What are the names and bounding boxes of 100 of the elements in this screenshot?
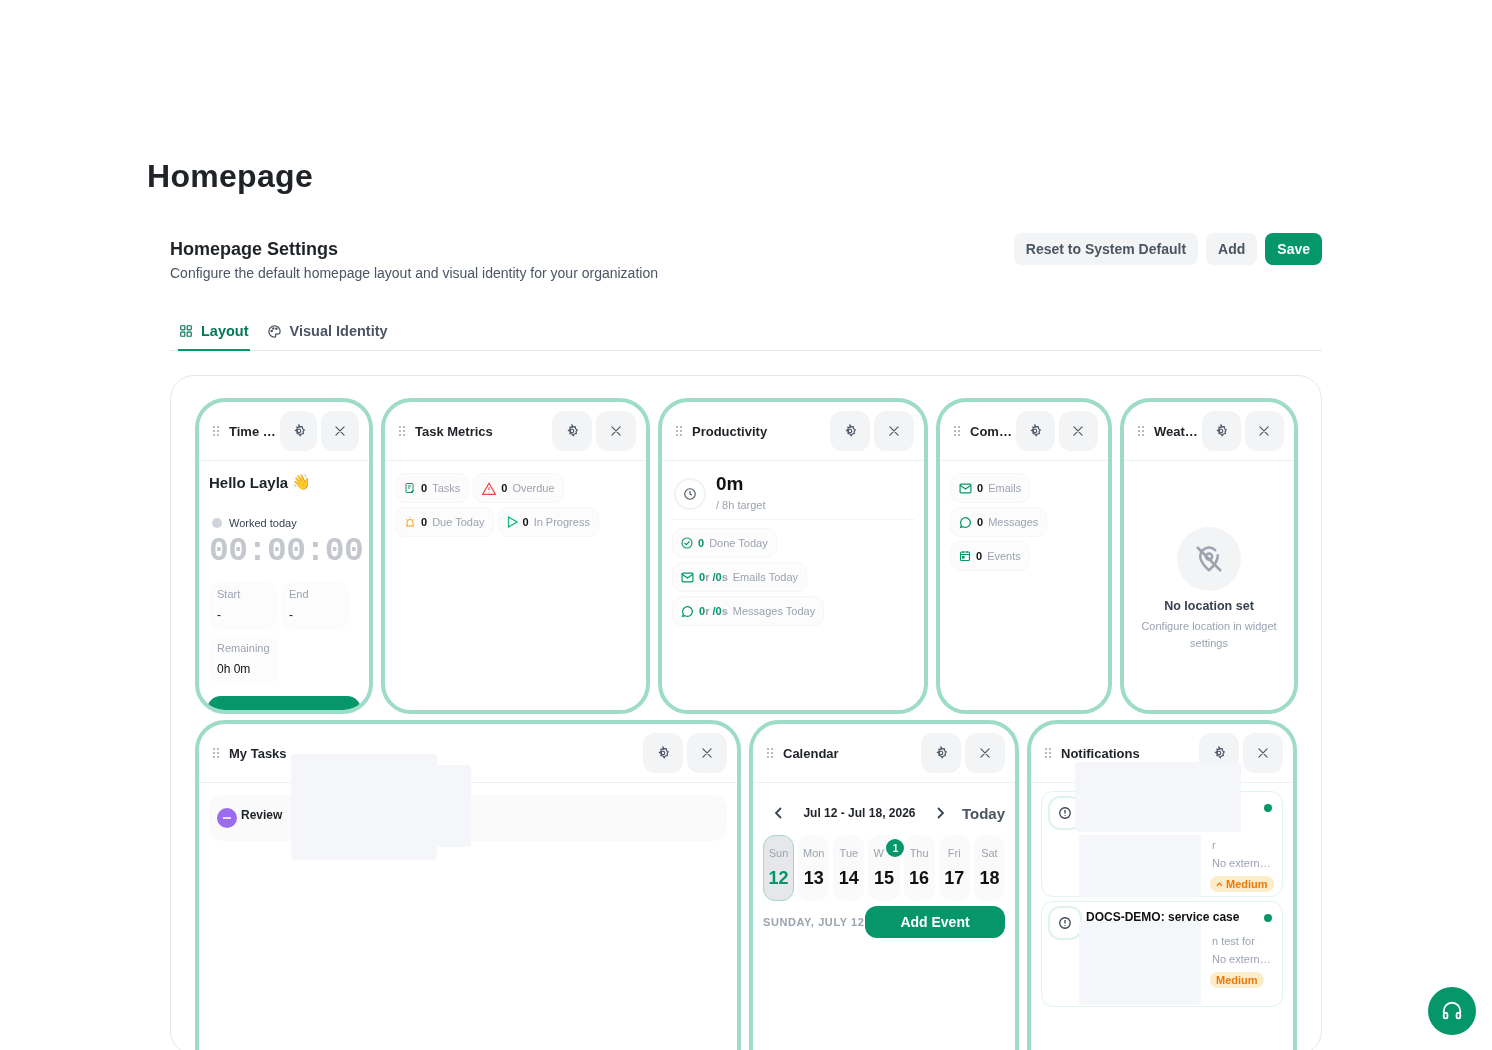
settings-button[interactable] xyxy=(552,411,592,451)
alarm-icon xyxy=(404,516,416,528)
drag-handle-icon xyxy=(213,748,219,758)
mail-icon xyxy=(681,571,694,583)
check-icon xyxy=(681,537,693,549)
drag-handle-icon xyxy=(1138,426,1144,436)
metric-chip: 0 Done Today xyxy=(672,528,777,558)
widget-title: Time … xyxy=(229,423,276,439)
widget-title: Productivity xyxy=(692,423,769,439)
clock-icon xyxy=(674,478,706,510)
metric-chip: 0 Emails xyxy=(950,473,1031,503)
drag-handle-icon xyxy=(213,426,219,436)
drag-handle-icon xyxy=(767,748,773,758)
widget-title: Com… xyxy=(970,423,1012,439)
widget-title: Weat… xyxy=(1154,423,1198,439)
date-range: Jul 12 - Jul 18, 2026 xyxy=(802,806,917,820)
add-button[interactable]: Add xyxy=(1206,233,1258,265)
grid-icon xyxy=(179,324,193,338)
gear-icon xyxy=(565,424,579,438)
day-button[interactable]: Tue 14 xyxy=(833,835,865,901)
tab[interactable]: Visual Identity xyxy=(265,313,389,351)
target-label: / 8h target xyxy=(716,499,766,511)
chat-icon xyxy=(681,604,694,618)
today-button[interactable]: Today xyxy=(947,804,1005,822)
reset-button[interactable]: Reset to System Default xyxy=(1013,233,1199,265)
add-event-button[interactable]: Add Event xyxy=(865,906,1005,938)
metric-chip: 0 Overdue xyxy=(473,473,564,503)
settings-button[interactable] xyxy=(830,411,870,451)
drag-handle-icon xyxy=(954,426,960,436)
save-button[interactable]: Save xyxy=(1265,233,1322,265)
notification-title: DOCS-DEMO: service case xyxy=(1086,910,1240,926)
gear-icon xyxy=(656,746,670,760)
empty-title: No location set xyxy=(1164,599,1254,613)
close-icon xyxy=(700,746,714,760)
priority-badge: Medium xyxy=(1210,876,1274,892)
palette-icon xyxy=(266,323,282,339)
unread-dot-icon xyxy=(1264,804,1272,812)
close-icon xyxy=(1257,424,1272,438)
widget-title: My Tasks xyxy=(229,745,288,761)
caret-up-icon xyxy=(1216,881,1223,887)
section-title: Homepage Settings xyxy=(170,239,340,260)
gear-icon xyxy=(1212,746,1226,760)
wave-emoji: 👋 xyxy=(292,473,312,491)
close-icon xyxy=(1071,424,1086,438)
day-button[interactable]: Fri 17 xyxy=(938,835,970,901)
gear-icon xyxy=(1214,424,1229,438)
widget-title: Notifications xyxy=(1061,745,1141,761)
gear-icon xyxy=(843,424,857,438)
metric-chip: 0 Tasks xyxy=(395,473,470,503)
metric-chip: 0r /0s Messages Today xyxy=(672,596,825,626)
settings-button[interactable] xyxy=(643,733,683,773)
section-description: Configure the default homepage layout and visual identity for your organization xyxy=(170,265,658,281)
close-icon xyxy=(333,424,348,438)
settings-button[interactable] xyxy=(279,411,318,451)
support-button[interactable] xyxy=(1428,987,1476,1035)
metric-chip: 0 Due Today xyxy=(395,507,494,537)
chevron-right-icon xyxy=(935,807,944,819)
metric-chip: 0 Events xyxy=(950,541,1030,571)
calendar-icon xyxy=(959,550,971,562)
chat-icon xyxy=(959,515,972,529)
metric-chip: 0 In Progress xyxy=(497,507,599,537)
notification-text: n test for xyxy=(1212,934,1255,949)
notification-text: No extern… xyxy=(1212,856,1271,871)
greeting: Hello Layla xyxy=(209,473,289,491)
settings-button[interactable] xyxy=(1015,411,1055,451)
notification-text: No extern… xyxy=(1212,952,1271,967)
gear-icon xyxy=(291,424,306,438)
event-count-badge: 1 xyxy=(886,839,905,857)
status-icon xyxy=(217,808,237,828)
notification-card[interactable]: DOCS-DEMO: service case n test for No extern… Medium xyxy=(1041,901,1283,1007)
close-icon xyxy=(978,746,992,760)
warning-icon xyxy=(482,481,497,495)
drag-handle-icon xyxy=(399,426,405,436)
drag-handle-icon xyxy=(676,426,682,436)
status-label: Worked today xyxy=(229,517,297,529)
page-title: Homepage xyxy=(147,158,314,195)
settings-button[interactable] xyxy=(921,733,961,773)
day-button[interactable]: Mon 13 xyxy=(798,835,830,901)
widget-title: Task Metrics xyxy=(415,423,494,439)
gear-icon xyxy=(1028,424,1043,438)
empty-hint: Configure location in widget settings xyxy=(1140,619,1278,651)
tab[interactable]: Layout xyxy=(178,313,250,351)
drag-handle-icon xyxy=(1045,748,1051,758)
metric-chip: 0r /0s Emails Today xyxy=(672,562,807,592)
task-icon xyxy=(404,482,416,494)
close-icon xyxy=(1256,746,1270,760)
selected-date: SUNDAY, JULY 12 xyxy=(763,916,865,928)
mail-icon xyxy=(959,482,972,494)
play-icon xyxy=(506,516,518,528)
close-icon xyxy=(887,424,901,438)
notification-text: r xyxy=(1212,838,1216,853)
chevron-left-icon xyxy=(775,807,783,819)
metric-chip: 0 Messages xyxy=(950,507,1048,537)
gear-icon xyxy=(934,746,948,760)
settings-button[interactable] xyxy=(1201,411,1241,451)
unread-dot-icon xyxy=(1264,914,1272,922)
day-button[interactable]: Thu 16 xyxy=(903,835,935,901)
day-button[interactable]: Sat 18 xyxy=(973,835,1005,901)
close-icon xyxy=(609,424,623,438)
total-time: 0m xyxy=(716,473,745,495)
